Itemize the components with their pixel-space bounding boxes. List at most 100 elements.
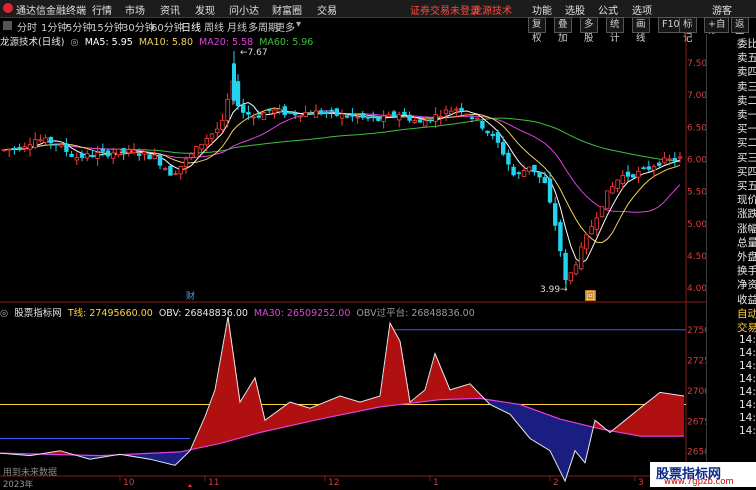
menu-item[interactable]: 公式 xyxy=(598,2,618,17)
tool-button[interactable]: 叠加 xyxy=(554,17,572,44)
quote-label: 委比 xyxy=(737,38,756,50)
candle-body xyxy=(277,108,282,112)
title-bar: 通达信金融终端 行情 市场 资讯 发现 问小达 财富圈 交易 证券交易未登录 龙… xyxy=(0,0,756,18)
candle-body xyxy=(558,222,563,252)
candle-body xyxy=(298,115,303,118)
kline-chart[interactable]: 7.50 7.00 6.50 6.00 5.50 5.00 4.50 4.00 27500 272… xyxy=(0,32,706,487)
trade-time: 14:5 xyxy=(739,425,756,437)
candle-body xyxy=(651,166,657,171)
menu-item[interactable]: 问小达 xyxy=(229,2,259,17)
candle-body xyxy=(214,128,220,134)
candle-body xyxy=(95,152,100,159)
ma20-line xyxy=(3,110,681,213)
menu-item[interactable]: 市场 xyxy=(125,2,145,17)
candle-body xyxy=(339,113,345,119)
quote-label: 外盘 xyxy=(737,251,756,263)
candle-body xyxy=(641,167,646,170)
candle-body xyxy=(344,115,350,118)
candle-body xyxy=(579,246,584,270)
menu-item[interactable]: 发现 xyxy=(195,2,215,17)
user-label[interactable]: 游客 xyxy=(712,2,732,17)
quote-label: 收益 xyxy=(737,293,756,306)
candle-body xyxy=(27,144,33,150)
chevron-down-icon[interactable]: ▾ xyxy=(296,19,301,30)
candle-body xyxy=(521,170,527,177)
tool-button[interactable]: 返回 xyxy=(731,17,749,44)
candle-body xyxy=(599,206,605,218)
menu-item[interactable]: 选项 xyxy=(632,2,652,17)
menu-item[interactable]: 资讯 xyxy=(160,2,180,17)
candle-body xyxy=(542,177,547,184)
trade-time: 14:5 xyxy=(739,386,756,398)
candle-body xyxy=(605,190,610,209)
quote-label: 买四 xyxy=(737,165,756,178)
login-warning[interactable]: 证券交易未登录 xyxy=(410,2,480,17)
candle-body xyxy=(116,148,121,156)
menu-item[interactable]: 财富圈 xyxy=(272,2,302,17)
candle-body xyxy=(318,110,324,115)
candle-body xyxy=(381,115,386,122)
candle-body xyxy=(672,158,677,162)
candle-body xyxy=(261,112,267,121)
quote-label: 卖五 xyxy=(737,52,756,65)
candle-body xyxy=(428,119,433,122)
candle-body xyxy=(500,142,506,155)
candle-body xyxy=(142,151,147,155)
trade-time: 14:5 xyxy=(739,334,756,346)
candle-body xyxy=(272,109,277,114)
x-axis-label: 3 xyxy=(638,478,644,487)
candle-body xyxy=(667,158,672,161)
candle-body xyxy=(251,116,256,119)
price-axis-label: 7.00 xyxy=(687,91,706,101)
menu-item[interactable]: 交易 xyxy=(317,2,337,17)
candle-body xyxy=(657,162,662,166)
candle-body xyxy=(391,111,397,117)
candle-body xyxy=(459,107,464,112)
tool-button[interactable]: 画线 xyxy=(632,17,650,44)
marker-label: 回 xyxy=(586,291,595,302)
menu-item[interactable]: 功能 xyxy=(532,2,552,17)
tool-button[interactable]: 标记 xyxy=(679,17,697,44)
candle-body xyxy=(90,154,95,158)
candle-body xyxy=(12,147,17,150)
price-axis-label: 4.50 xyxy=(687,252,706,262)
candle-body xyxy=(438,116,443,118)
candle-body xyxy=(584,234,589,250)
menu-item[interactable]: 选股 xyxy=(565,2,585,17)
candle-body xyxy=(495,132,501,143)
candle-body xyxy=(376,116,381,121)
trade-time: 14:5 xyxy=(739,399,756,411)
trade-time: 14:5 xyxy=(739,360,756,372)
candle-body xyxy=(474,117,480,120)
candle-body xyxy=(568,272,573,282)
tool-button[interactable]: 多股 xyxy=(580,17,598,44)
quote-label: 涨跌 xyxy=(737,208,756,221)
tool-button[interactable]: +自选 xyxy=(704,17,730,44)
candle-body xyxy=(480,120,485,129)
candle-body xyxy=(615,179,620,189)
candle-body xyxy=(188,153,194,158)
candle-body xyxy=(220,119,225,130)
menu-item[interactable]: 行情 xyxy=(92,2,112,17)
candle-body xyxy=(136,153,142,156)
quote-label: 买三 xyxy=(737,151,756,164)
candle-body xyxy=(199,143,204,150)
tool-button[interactable]: 复权 xyxy=(528,17,546,44)
sub-axis-label: 26500 xyxy=(687,448,706,458)
candle-body xyxy=(85,153,90,159)
candle-body xyxy=(646,166,651,170)
price-axis-label: 6.00 xyxy=(687,156,706,166)
quote-label: 总量 xyxy=(737,236,756,249)
candle-body xyxy=(287,111,293,114)
candle-body xyxy=(173,173,178,176)
candle-body xyxy=(111,152,116,159)
candle-body xyxy=(532,164,537,173)
candle-body xyxy=(178,165,183,175)
candle-body xyxy=(553,203,558,226)
candle-body xyxy=(74,157,79,161)
tool-button[interactable]: 统计 xyxy=(606,17,624,44)
candle-body xyxy=(402,111,407,116)
year-label: 2023年 xyxy=(3,480,34,490)
candle-body xyxy=(246,111,251,115)
candle-body xyxy=(464,113,469,116)
